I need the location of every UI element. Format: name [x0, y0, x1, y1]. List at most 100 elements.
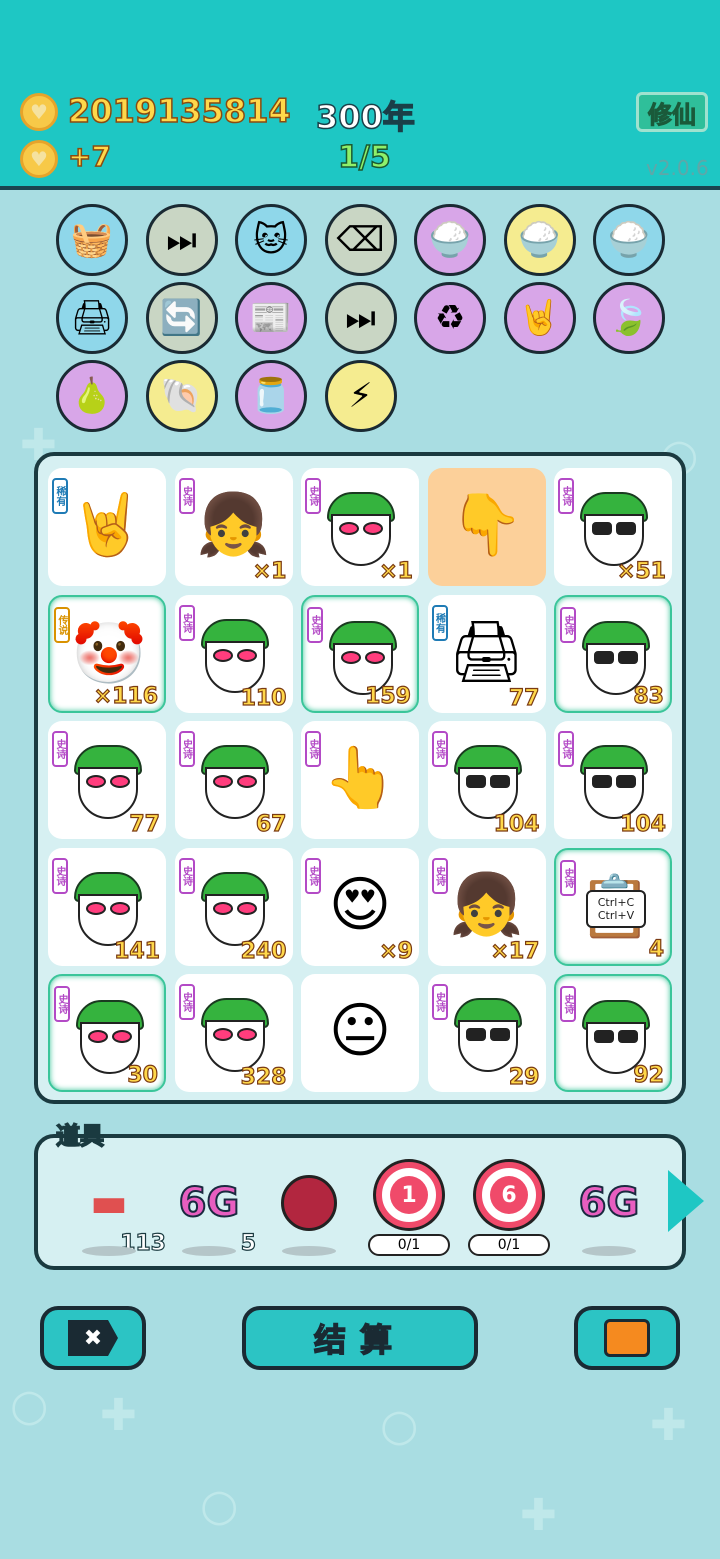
board-tile[interactable]: 📋Ctrl+C Ctrl+V史诗4 — [554, 847, 672, 966]
liver-item[interactable]: ▬ 113 — [64, 1158, 167, 1257]
skip-skill[interactable]: ⏭ — [324, 282, 397, 354]
board-tile[interactable]: 史诗 67 — [174, 721, 293, 839]
board-tile[interactable]: 👧 史诗 ×1 — [174, 468, 293, 586]
tile-count: ×51 — [616, 558, 666, 584]
board-tile[interactable]: 😍 史诗 ×9 — [301, 847, 419, 966]
cat-skill[interactable]: 🐱 — [235, 204, 307, 276]
heart-eyes — [212, 1028, 257, 1042]
bayberry-item[interactable] — [264, 1158, 354, 1256]
bg-decoration: ✚ — [520, 1490, 557, 1541]
jar-skill[interactable]: 🫙 — [235, 360, 307, 432]
rarity-tag: 史诗 — [178, 604, 195, 641]
rarity-tag: 史诗 — [431, 984, 448, 1020]
board-tile[interactable]: 👧 史诗 ×17 — [427, 847, 546, 966]
heart-eyes — [339, 522, 383, 536]
tile-count: ×1 — [252, 558, 287, 584]
target-6-item[interactable]: 6 — [464, 1150, 554, 1240]
fruit-basket-icon: 🧺 — [70, 220, 114, 260]
character-face — [327, 492, 395, 566]
target-number: 1 — [390, 1176, 428, 1214]
rice-bowl-skill[interactable]: 🍚 — [503, 204, 576, 276]
bg-decoration: ○ — [380, 1400, 419, 1451]
bag-button[interactable] — [574, 1306, 680, 1370]
board-tile[interactable]: 👇 — [427, 468, 546, 586]
rarity-tag: 史诗 — [178, 731, 195, 767]
shell-icon: 🐚 — [160, 376, 203, 416]
board-tile[interactable]: 🖨 稀有 77 — [427, 594, 546, 713]
board-tile[interactable]: 🤘 稀有 — [48, 468, 166, 586]
rarity-tag: 史诗 — [307, 606, 323, 643]
rock-hand-skill[interactable]: 🤘 — [503, 282, 576, 354]
board-tile[interactable]: 🤡 传说 ×116 — [48, 594, 166, 713]
tile-count: 110 — [240, 685, 287, 711]
next-arrow-icon[interactable] — [668, 1170, 704, 1232]
pomelo-skill[interactable]: 🍐 — [56, 360, 128, 432]
xiuxian-button[interactable]: 修仙 — [636, 92, 708, 132]
board-tile[interactable]: 史诗 159 — [301, 594, 419, 713]
briefcase-icon — [604, 1319, 650, 1357]
sunglasses — [465, 775, 510, 789]
rarity-tag: 史诗 — [54, 986, 70, 1022]
refresh-skill[interactable]: 🔄 — [145, 282, 218, 354]
board-tile[interactable]: 史诗 110 — [174, 594, 293, 713]
delete-icon: ✖ — [68, 1320, 118, 1356]
character-face — [74, 871, 142, 946]
board-tile[interactable]: 史诗 ×51 — [554, 468, 672, 586]
bayberry-icon — [281, 1175, 337, 1231]
bg-decoration: ○ — [200, 1480, 239, 1531]
rice-bowl-skill[interactable]: 🍚 — [414, 204, 486, 276]
coin-balance: 2019135814 — [67, 91, 291, 131]
rice-bowl-icon: 🍚 — [518, 220, 561, 260]
bg-decoration: ✚ — [650, 1400, 687, 1451]
fruit-basket-skill[interactable]: 🧺 — [56, 204, 128, 276]
board-tile[interactable]: 史诗 328 — [174, 974, 293, 1092]
tile-count: 83 — [633, 683, 665, 709]
tile-character: 😐 — [328, 996, 392, 1066]
lightning-skill[interactable]: ⚡ — [324, 360, 397, 432]
liver-icon: ▬ — [90, 1180, 128, 1226]
years-counter: 300年 — [315, 97, 415, 137]
rarity-tag: 史诗 — [178, 857, 195, 894]
rarity-tag: 史诗 — [52, 857, 68, 894]
tile-note: Ctrl+C Ctrl+V — [586, 889, 646, 928]
rice-bowl-skill[interactable]: 🍚 — [593, 204, 665, 276]
board-tile[interactable]: 史诗 104 — [427, 721, 546, 839]
6g-item[interactable]: 6G — [564, 1158, 654, 1256]
tile-count: 141 — [113, 938, 160, 964]
delete-skill[interactable]: ⌫ — [324, 204, 397, 276]
target-1-item[interactable]: 1 — [364, 1150, 454, 1240]
delete-button[interactable]: ✖ — [40, 1306, 146, 1370]
cat-icon: 🐱 — [253, 220, 289, 260]
rarity-tag: 史诗 — [305, 731, 321, 767]
rarity-tag: 史诗 — [558, 478, 574, 514]
shell-skill[interactable]: 🐚 — [145, 360, 218, 432]
board-tile[interactable]: 😐 — [301, 974, 419, 1092]
board-tile[interactable]: 史诗 29 — [427, 974, 546, 1092]
rarity-tag: 史诗 — [178, 478, 195, 514]
printer-skill[interactable]: 🖨 — [56, 282, 128, 354]
board-tile[interactable]: 👆 史诗 — [301, 721, 419, 839]
board-tile[interactable]: 史诗 30 — [48, 974, 166, 1092]
board-tile[interactable]: 史诗 ×1 — [301, 468, 419, 586]
heart-eyes — [86, 775, 130, 789]
recycle-skill[interactable]: ♻ — [414, 282, 486, 354]
settle-button[interactable]: 结算 — [242, 1306, 478, 1370]
time-magazine-skill[interactable]: 📰 — [235, 282, 307, 354]
board-tile[interactable]: 史诗 240 — [174, 847, 293, 966]
sunglasses — [592, 522, 636, 536]
coin-icon: ♥ — [20, 93, 58, 131]
rarity-tag: 史诗 — [560, 606, 576, 643]
board-tile[interactable]: 史诗 141 — [48, 847, 166, 966]
character-face — [74, 745, 142, 819]
board-tile[interactable]: 史诗 92 — [554, 974, 672, 1092]
leaf-skill[interactable]: 🍃 — [593, 282, 665, 354]
items-label: 道具 — [55, 1121, 105, 1151]
6g-item[interactable]: 6G 5 — [164, 1158, 257, 1257]
board-tile[interactable]: 史诗 83 — [554, 594, 672, 713]
board-tile[interactable]: 史诗 104 — [554, 721, 672, 839]
skip-skill[interactable]: ⏭ — [145, 204, 218, 276]
tile-count: ×116 — [93, 683, 159, 709]
board-tile[interactable]: 史诗 77 — [48, 721, 166, 839]
target-icon: 6 — [476, 1162, 542, 1228]
heart-eyes — [341, 650, 385, 665]
